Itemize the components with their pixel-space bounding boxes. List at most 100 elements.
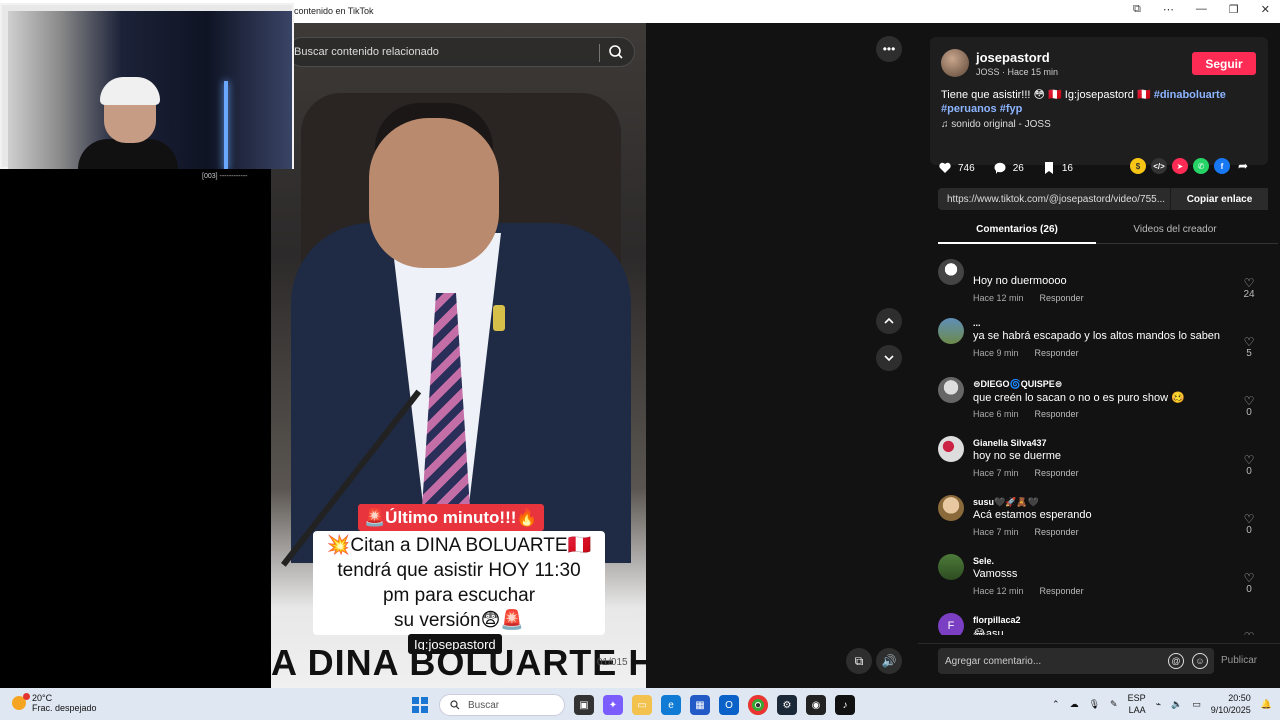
clock[interactable]: 20:50 9/10/2025 xyxy=(1211,692,1251,716)
reply-button[interactable]: Responder xyxy=(1040,293,1084,303)
hashtag[interactable]: #dinaboluarte xyxy=(1154,89,1226,101)
comment-username[interactable]: susu🖤🚀🧸🖤 xyxy=(973,497,1039,508)
comment-like[interactable]: ♡ 0 xyxy=(1240,454,1258,477)
sound-link[interactable]: ♫ sonido original - JOSS xyxy=(941,119,1051,130)
task-view-icon[interactable]: ▣ xyxy=(574,695,594,715)
battery-icon[interactable]: ▭ xyxy=(1192,699,1201,710)
follow-button[interactable]: Seguir xyxy=(1192,52,1256,75)
comment-username[interactable]: Sele. xyxy=(973,556,994,566)
comment-input[interactable]: Agregar comentario... @ ☺ xyxy=(938,648,1214,674)
reply-button[interactable]: Responder xyxy=(1035,527,1079,537)
floating-player-button[interactable]: ⧉ xyxy=(846,648,872,674)
comment-avatar[interactable]: F xyxy=(938,613,964,635)
reply-button[interactable]: Responder xyxy=(1040,586,1084,596)
extension-icon[interactable]: ⧉ xyxy=(1133,3,1141,16)
microphone-icon[interactable]: 🎙 xyxy=(1089,699,1100,710)
mention-icon[interactable]: @ xyxy=(1168,653,1184,669)
cloud-icon[interactable]: ☁ xyxy=(1070,699,1079,710)
comment-meta: Hace 12 min Responder xyxy=(973,293,1084,303)
comment-item: Gianella Silva437 hoy no se duerme Hace … xyxy=(938,436,1258,494)
tiktok-icon[interactable]: ♪ xyxy=(835,695,855,715)
comment-avatar[interactable] xyxy=(938,495,964,521)
search-icon[interactable] xyxy=(608,44,624,60)
comment-username[interactable]: florpillaca2 xyxy=(973,615,1021,625)
file-explorer-icon[interactable]: ▭ xyxy=(632,695,652,715)
post-comment-button[interactable]: Publicar xyxy=(1221,655,1257,666)
steam-icon[interactable]: ⚙ xyxy=(777,695,797,715)
obs-icon[interactable]: ◉ xyxy=(806,695,826,715)
video-side-area: ••• ⧉ 🔊 xyxy=(646,23,918,688)
previous-video-button[interactable] xyxy=(876,308,902,334)
whatsapp-icon[interactable]: ✆ xyxy=(1193,158,1209,174)
comment-avatar[interactable] xyxy=(938,436,964,462)
reply-button[interactable]: Responder xyxy=(1035,409,1079,419)
copilot-icon[interactable]: ✦ xyxy=(603,695,623,715)
volume-icon: 🔊 xyxy=(881,654,897,668)
creator-username[interactable]: josepastord xyxy=(976,50,1050,65)
hashtag[interactable]: #peruanos xyxy=(941,103,997,115)
notification-bell-icon[interactable]: 🔔 xyxy=(1261,699,1272,710)
copy-link-button[interactable]: Copiar enlace xyxy=(1170,188,1268,210)
comment-avatar[interactable] xyxy=(938,554,964,580)
more-options-button[interactable]: ••• xyxy=(876,36,902,62)
comment-avatar[interactable] xyxy=(938,259,964,285)
comment-like[interactable]: ♡ 0 xyxy=(1240,395,1258,418)
edge-icon[interactable]: e xyxy=(661,695,681,715)
comment-like[interactable]: ♡ 24 xyxy=(1240,277,1258,300)
comment-like[interactable]: ♡ 0 xyxy=(1240,572,1258,595)
comment-avatar[interactable] xyxy=(938,377,964,403)
more-icon[interactable]: ⋯ xyxy=(1163,3,1174,16)
video-player[interactable]: Buscar contenido relacionado 🚨Último min… xyxy=(271,23,646,688)
share-url[interactable]: https://www.tiktok.com/@josepastord/vide… xyxy=(938,194,1166,205)
restore-icon[interactable]: ❐ xyxy=(1229,3,1239,16)
taskbar-search[interactable]: Buscar xyxy=(439,694,565,716)
comment-like[interactable]: ♡ 0 xyxy=(1240,513,1258,536)
heart-outline-icon: ♡ xyxy=(1243,453,1255,467)
pen-icon[interactable]: ✎ xyxy=(1110,699,1118,710)
comment-avatar[interactable] xyxy=(938,318,964,344)
emoji-icon[interactable]: ☺ xyxy=(1192,653,1208,669)
related-search-bar[interactable]: Buscar contenido relacionado xyxy=(287,37,635,67)
speaker-icon[interactable]: 🔈 xyxy=(1171,699,1182,710)
comment-username[interactable]: Gianella Silva437 xyxy=(973,438,1047,448)
taskbar-search-label: Buscar xyxy=(468,699,500,711)
next-video-button[interactable] xyxy=(876,345,902,371)
comment-username[interactable]: ⊜DIEGO🌀QUISPE⊜ xyxy=(973,379,1062,390)
windows-start-icon[interactable] xyxy=(410,695,430,715)
heart-outline-icon: ♡ xyxy=(1243,394,1255,408)
outlook-icon[interactable]: O xyxy=(719,695,739,715)
send-icon[interactable]: ➤ xyxy=(1172,158,1188,174)
reply-button[interactable]: Responder xyxy=(1035,348,1079,358)
input-language[interactable]: ESP LAA xyxy=(1128,692,1146,716)
comment-stat[interactable]: 26 xyxy=(993,161,1024,175)
heart-outline-icon: ♡ xyxy=(1240,631,1258,635)
comment-username[interactable]: ... xyxy=(973,318,981,328)
windows-taskbar: 20°C Frac. despejado Buscar ▣ ✦ ▭ e ▦ O … xyxy=(0,688,1280,720)
hashtag[interactable]: #fyp xyxy=(1000,103,1023,115)
store-icon[interactable]: ▦ xyxy=(690,695,710,715)
coin-icon[interactable]: $ xyxy=(1130,158,1146,174)
weather-widget[interactable]: 20°C Frac. despejado xyxy=(12,693,97,713)
tab-comments[interactable]: Comentarios (26) xyxy=(938,224,1096,244)
chrome-icon[interactable]: ● xyxy=(748,695,768,715)
share-arrow-icon[interactable]: ➦ xyxy=(1235,158,1251,174)
window-title: contenido en TikTok xyxy=(294,6,374,16)
network-icon[interactable]: ⌁ xyxy=(1156,699,1161,710)
minimize-icon[interactable]: — xyxy=(1196,3,1207,16)
embed-icon[interactable]: </> xyxy=(1151,158,1167,174)
heart-outline-icon: ♡ xyxy=(1243,571,1255,585)
creator-avatar[interactable] xyxy=(941,49,969,77)
facebook-icon[interactable]: f xyxy=(1214,158,1230,174)
comment-like[interactable]: ♡ xyxy=(1240,631,1258,635)
comment-input-placeholder: Agregar comentario... xyxy=(945,655,1042,667)
chevron-up-icon[interactable]: ⌃ xyxy=(1052,699,1060,710)
comment-time: Hace 7 min xyxy=(973,468,1019,478)
close-icon[interactable]: ✕ xyxy=(1261,3,1270,16)
tab-creator-videos[interactable]: Videos del creador xyxy=(1096,224,1254,235)
comment-like[interactable]: ♡ 5 xyxy=(1240,336,1258,359)
like-stat[interactable]: 746 xyxy=(938,161,975,175)
volume-button[interactable]: 🔊 xyxy=(876,648,902,674)
reply-button[interactable]: Responder xyxy=(1035,468,1079,478)
comment-count: 26 xyxy=(1012,162,1024,174)
save-stat[interactable]: 16 xyxy=(1042,161,1073,175)
